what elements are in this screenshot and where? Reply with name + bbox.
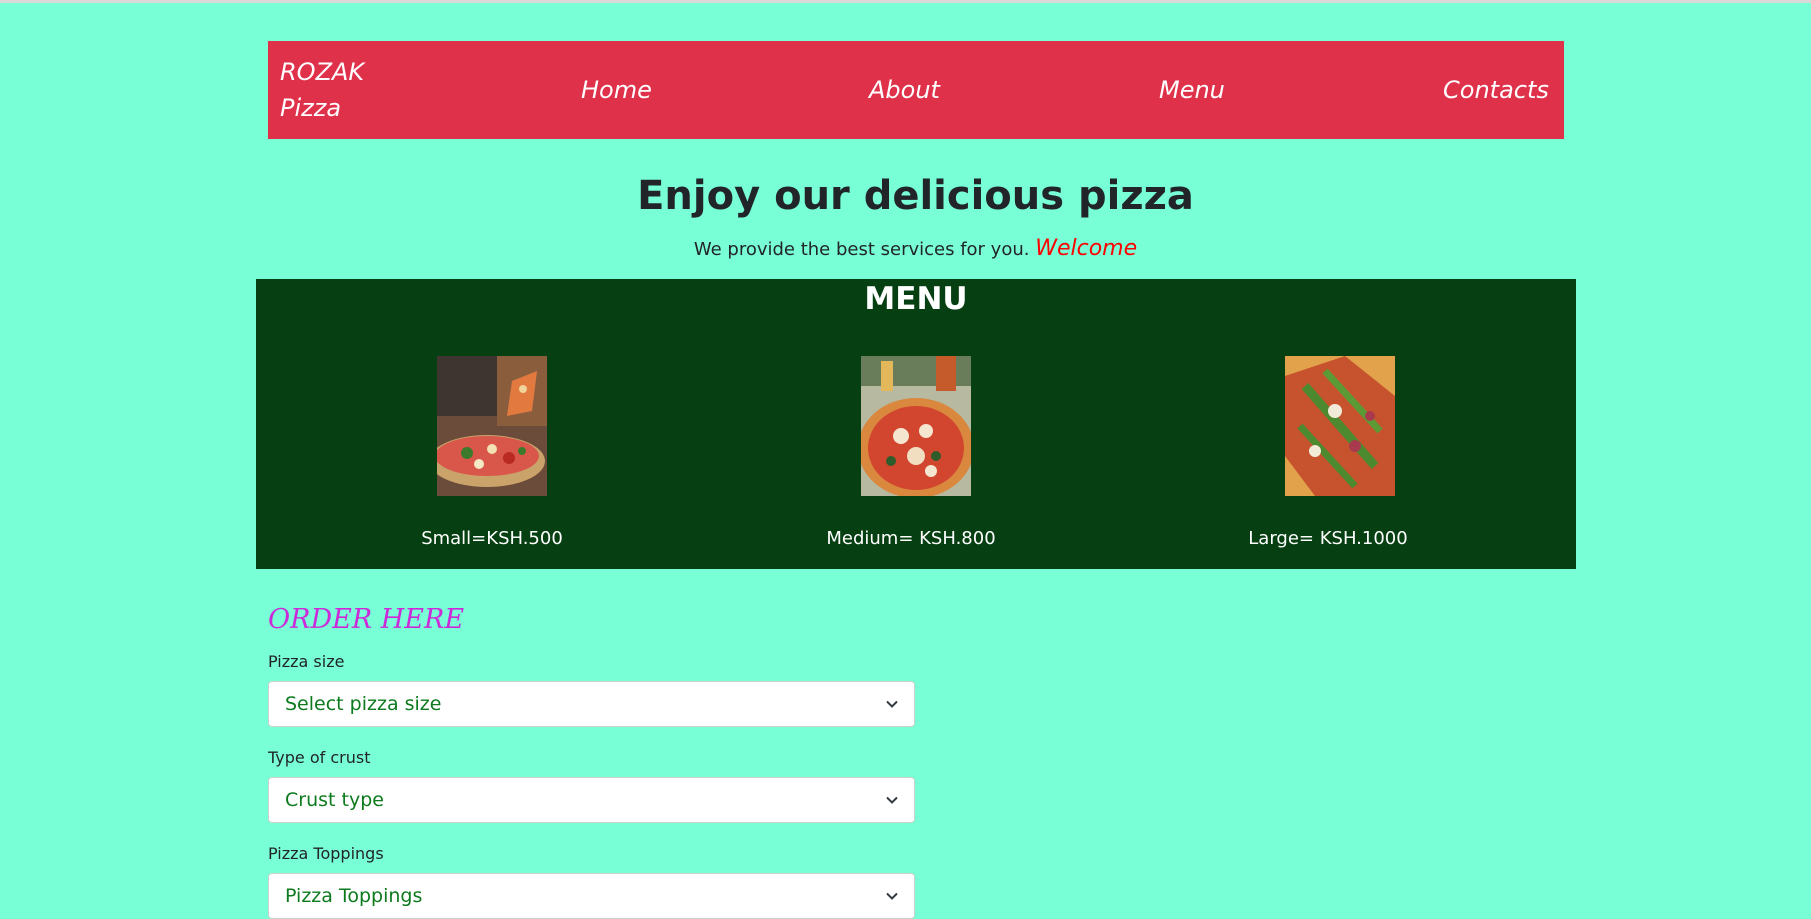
pizza-image-large [1285,356,1395,496]
brand-logo[interactable]: ROZAK Pizza [280,54,400,126]
chevron-down-icon [886,796,898,804]
chevron-down-icon [886,700,898,708]
nav-link-home[interactable]: Home [581,72,652,108]
nav-link-about[interactable]: About [869,72,940,108]
price-medium: Medium= KSH.800 [826,528,996,549]
welcome-text: Welcome [1035,236,1138,261]
select-pizza-toppings-value: Pizza Toppings [285,885,423,907]
brand-line-2: Pizza [280,94,342,122]
select-crust-type-value: Crust type [285,789,384,811]
select-crust-type[interactable]: Crust type [268,777,915,823]
pizza-image-small [437,356,547,496]
label-pizza-toppings: Pizza Toppings [268,844,384,863]
navbar: ROZAK Pizza Home About Menu Contacts [268,41,1564,139]
top-border [0,0,1811,3]
pizza-image-medium [861,356,971,496]
label-pizza-size: Pizza size [268,652,345,671]
price-large: Large= KSH.1000 [1248,528,1408,549]
chevron-down-icon [886,892,898,900]
nav-link-menu[interactable]: Menu [1159,72,1225,108]
select-pizza-size[interactable]: Select pizza size [268,681,915,727]
hero-subtitle: We provide the best services for you. We… [0,236,1811,261]
brand-line-1: ROZAK [280,58,365,86]
nav-link-contacts[interactable]: Contacts [1443,72,1549,108]
select-pizza-toppings[interactable]: Pizza Toppings [268,873,915,919]
price-small: Small=KSH.500 [421,528,563,549]
select-pizza-size-value: Select pizza size [285,693,442,715]
subtitle-text: We provide the best services for you. [693,239,1030,260]
page-title: Enjoy our delicious pizza [637,173,1194,219]
label-crust-type: Type of crust [268,748,371,767]
menu-section: MENU Small=KSH.500 Medium= KSH.800 Large… [256,279,1576,569]
order-title: ORDER HERE [268,604,465,635]
menu-title: MENU [864,281,968,317]
